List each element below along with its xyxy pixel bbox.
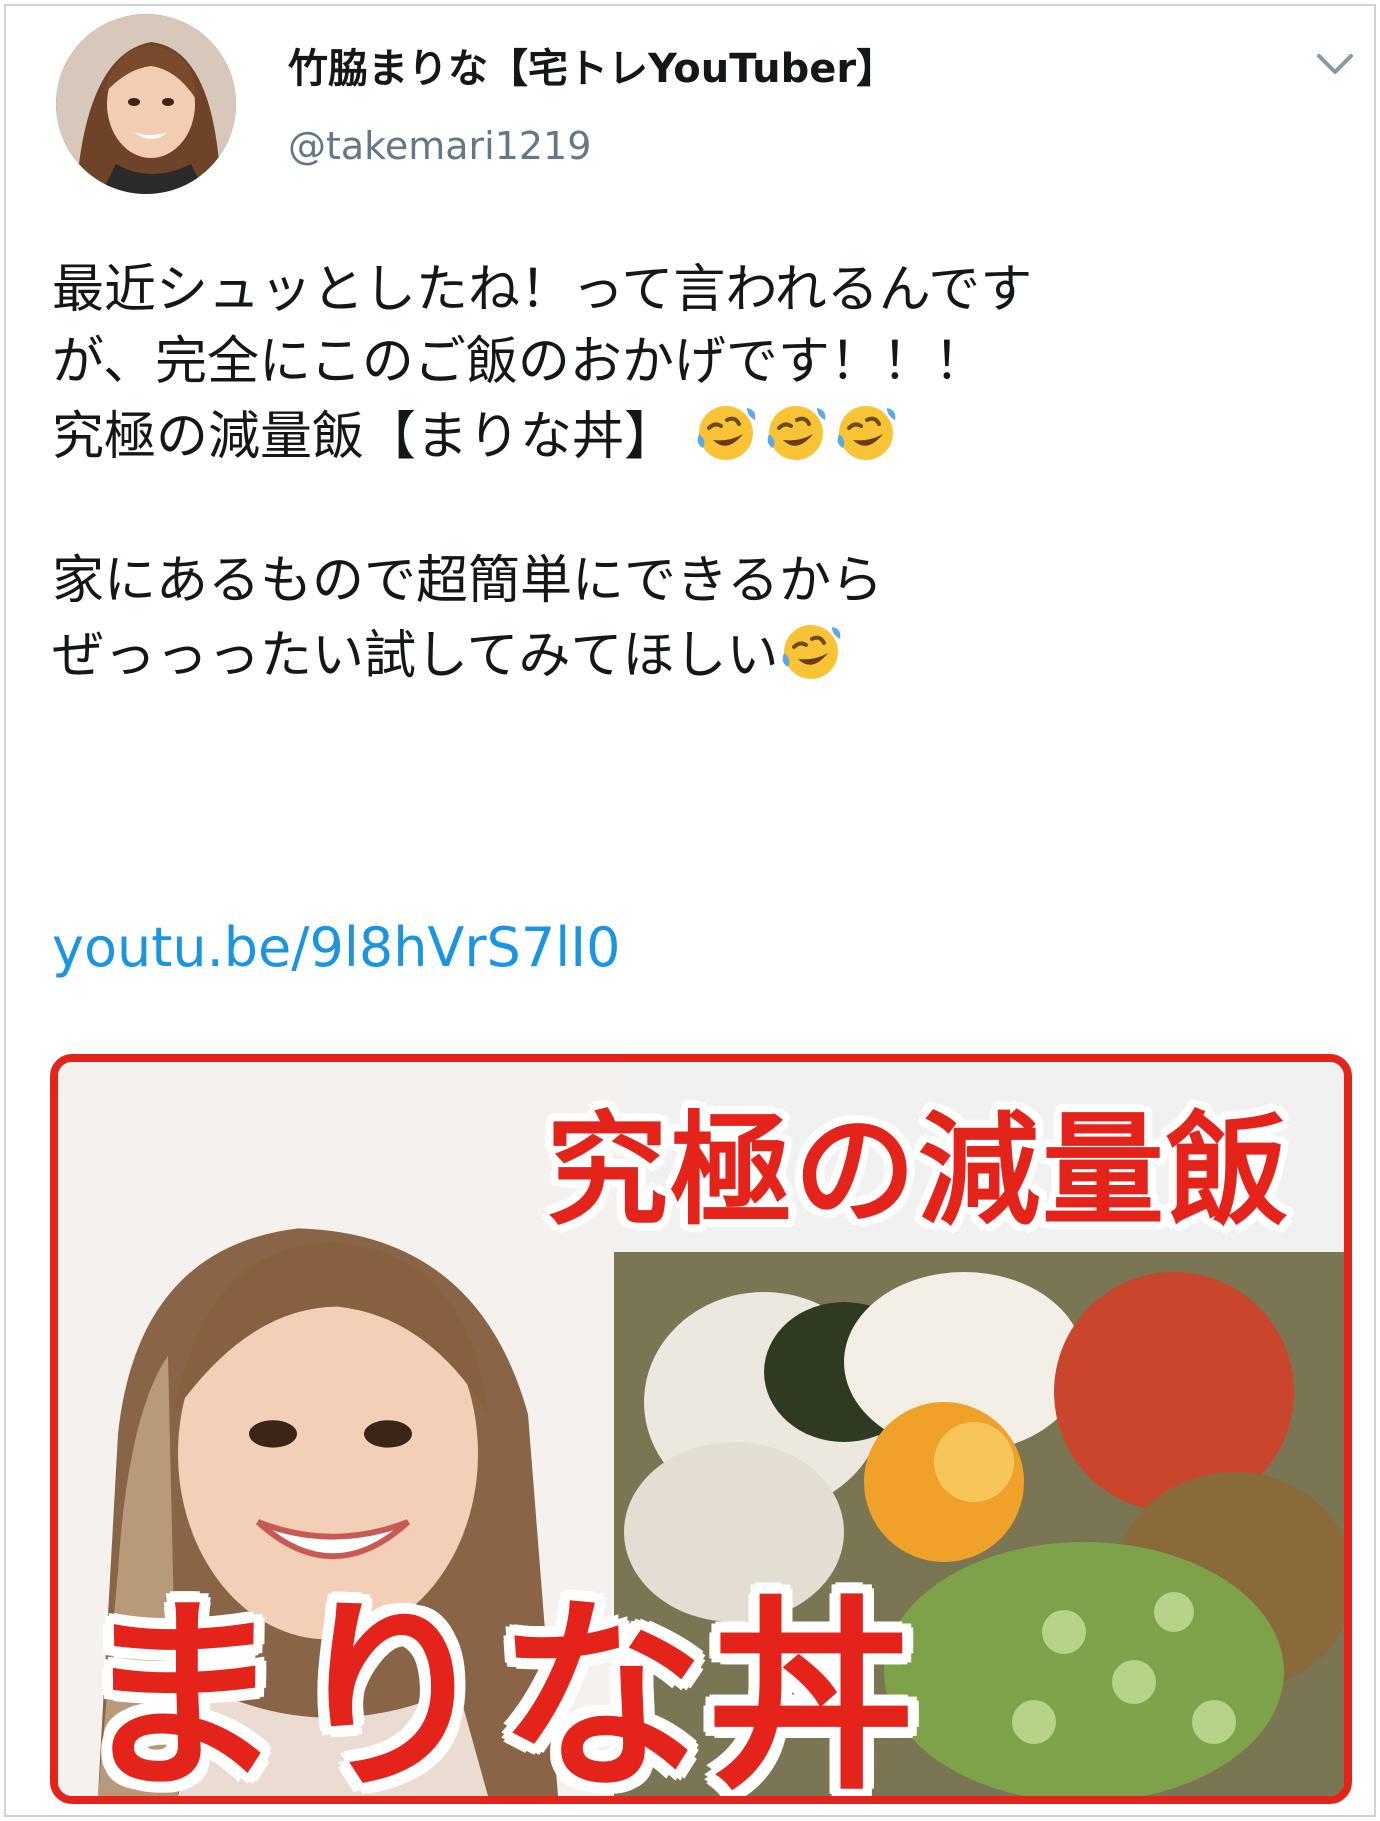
youtube-link[interactable]: youtu.be/9l8hVrS7lI0 <box>52 916 620 979</box>
thumbnail-title-bottom-text: まりな丼 <box>78 1578 919 1804</box>
tweet-line-text: ぜっっったい試してみてほしい <box>52 626 779 686</box>
video-thumbnail[interactable]: 究極の減量飯 まりな丼 <box>50 1054 1352 1804</box>
tweet-line-text: 究極の減量飯【まりな丼】 <box>52 407 677 467</box>
chevron-down-icon[interactable] <box>1311 44 1359 84</box>
tweet-card: 竹脇まりな【宅トレYouTuber】 @takemari1219 最近シュッとし… <box>4 4 1376 1817</box>
rolling-on-floor-laughing-icon <box>763 398 829 464</box>
tweet-text: 最近シュッとしたね！って言われるんです が、完全にこのご飯のおかげです！！！ 究… <box>52 254 1352 692</box>
author-handle[interactable]: @takemari1219 <box>288 124 591 168</box>
tweet-line: 究極の減量飯【まりな丼】 <box>52 398 1352 473</box>
avatar-photo <box>56 14 236 194</box>
author-avatar[interactable] <box>56 14 236 194</box>
thumbnail-title-top-text: 究極の減量飯 <box>546 1099 1290 1242</box>
thumbnail-title-top: 究極の減量飯 <box>478 1062 1344 1258</box>
tweet-line: 最近シュッとしたね！って言われるんです <box>52 260 1033 320</box>
thumbnail-title-bottom: まりな丼 <box>78 1560 978 1796</box>
tweet-line: ぜっっったい試してみてほしい <box>52 617 1352 692</box>
tweet-line: 家にあるもので超簡単にできるから <box>52 551 883 611</box>
tweet-line: が、完全にこのご飯のおかげです！！！ <box>52 332 986 392</box>
author-display-name[interactable]: 竹脇まりな【宅トレYouTuber】 <box>288 36 896 94</box>
rolling-on-floor-laughing-icon <box>833 398 899 464</box>
rolling-on-floor-laughing-icon <box>693 398 759 464</box>
rolling-on-floor-laughing-icon <box>778 617 844 683</box>
